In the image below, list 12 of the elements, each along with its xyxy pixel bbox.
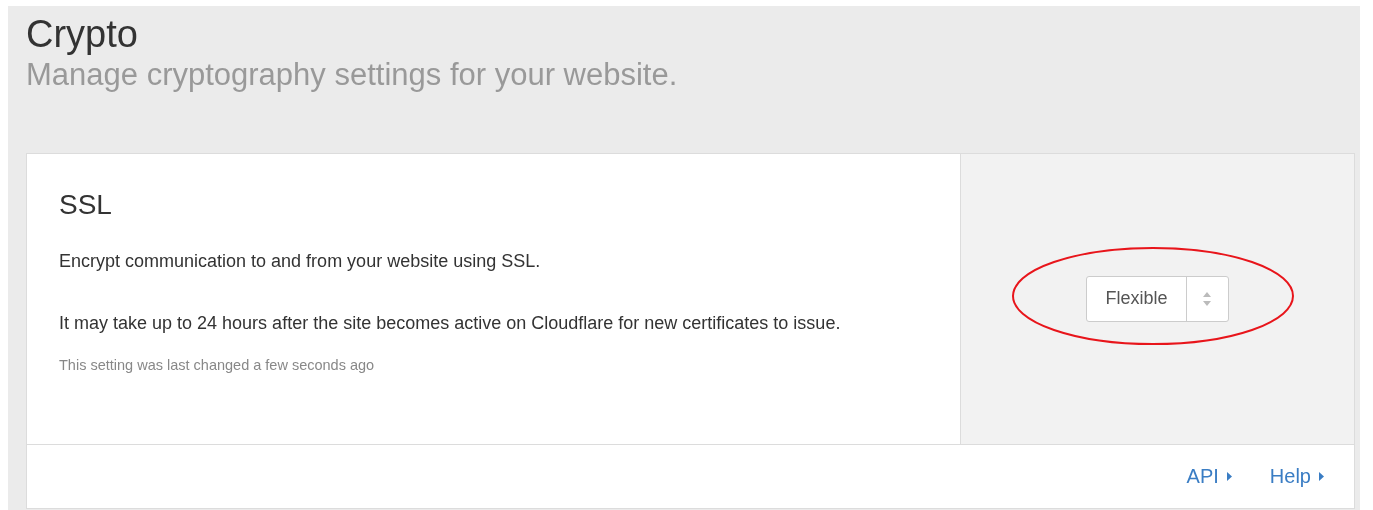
- page-subtitle: Manage cryptography settings for your website.: [26, 55, 679, 93]
- description-text: Encrypt communication to and from your website using SSL.: [59, 249, 542, 273]
- caret-icon: [1319, 472, 1324, 481]
- page-title: Crypto: [26, 14, 139, 56]
- footer-link[interactable]: Help: [1269, 461, 1324, 492]
- last-changed-text: This setting was last changed a few seconds ago: [59, 355, 376, 375]
- caret-icon: [1226, 472, 1232, 481]
- footer-link[interactable]: API: [1186, 461, 1232, 492]
- section-title: SSL: [59, 188, 113, 222]
- up-down-arrows-icon: [1202, 291, 1212, 307]
- mode-select[interactable]: Flexible: [1086, 276, 1229, 322]
- description-text: It may take up to 24 hours after the site becomes active on Cloudflare for new certificates to issue.: [59, 311, 842, 335]
